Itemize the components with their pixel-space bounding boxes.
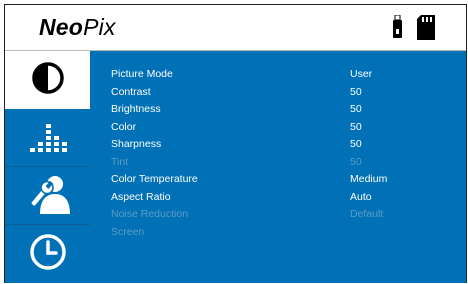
menu-row-label: Aspect Ratio (111, 191, 171, 203)
menu-row-value: 50 (350, 156, 362, 168)
sidebar (5, 51, 90, 283)
brand-logo: NeoPix (39, 14, 116, 41)
menu-row-sharpness[interactable]: Sharpness 50 (90, 136, 466, 153)
equalizer-icon (28, 117, 68, 158)
clock-icon (28, 232, 68, 277)
menu-row-value: Auto (350, 191, 372, 203)
picture-settings-panel: Picture Mode User Contrast 50 Brightness… (90, 51, 466, 283)
menu-row-brightness[interactable]: Brightness 50 (90, 101, 466, 118)
menu-row-value: Medium (350, 173, 388, 185)
menu-row-value: 50 (350, 121, 362, 133)
menu-row-label: Tint (111, 156, 129, 168)
menu-row-label: Picture Mode (111, 68, 173, 80)
menu-row-contrast[interactable]: Contrast 50 (90, 84, 466, 101)
menu-row-label: Brightness (111, 103, 161, 115)
menu-row-label: Sharpness (111, 138, 162, 150)
menu-row-color-temperature[interactable]: Color Temperature Medium (90, 171, 466, 188)
osd-window: NeoPix Picture Mode User Contrast 50 Bri… (4, 4, 467, 283)
menu-row-value: Default (350, 208, 384, 220)
brand-logo-bold: Neo (39, 14, 84, 40)
menu-row-label: Color (111, 121, 137, 133)
sd-card-icon (417, 15, 435, 45)
menu-row-color[interactable]: Color 50 (90, 119, 466, 136)
menu-row-label: Screen (111, 226, 145, 238)
user-wrench-icon (26, 172, 70, 219)
sidebar-item-picture[interactable] (5, 51, 90, 109)
menu-row-picture-mode[interactable]: Picture Mode User (90, 66, 466, 83)
contrast-circle-icon (31, 61, 65, 100)
menu-row-value: User (350, 68, 373, 80)
sidebar-item-time[interactable] (5, 225, 90, 283)
menu-row-value: 50 (350, 138, 362, 150)
menu-row-label: Color Temperature (111, 173, 198, 185)
brand-logo-regular: Pix (83, 14, 116, 40)
menu-row-label: Contrast (111, 86, 151, 98)
menu-row-tint: Tint 50 (90, 154, 466, 171)
header-bar: NeoPix (5, 5, 466, 51)
menu-row-value: 50 (350, 86, 362, 98)
usb-drive-icon (392, 14, 403, 44)
sidebar-item-audio[interactable] (5, 109, 90, 167)
sidebar-item-settings[interactable] (5, 167, 90, 225)
menu-row-label: Noise Reduction (111, 208, 189, 220)
menu-row-value: 50 (350, 103, 362, 115)
menu-row-noise-reduction: Noise Reduction Default (90, 206, 466, 223)
menu-row-screen: Screen (90, 224, 466, 241)
menu-row-aspect-ratio[interactable]: Aspect Ratio Auto (90, 189, 466, 206)
